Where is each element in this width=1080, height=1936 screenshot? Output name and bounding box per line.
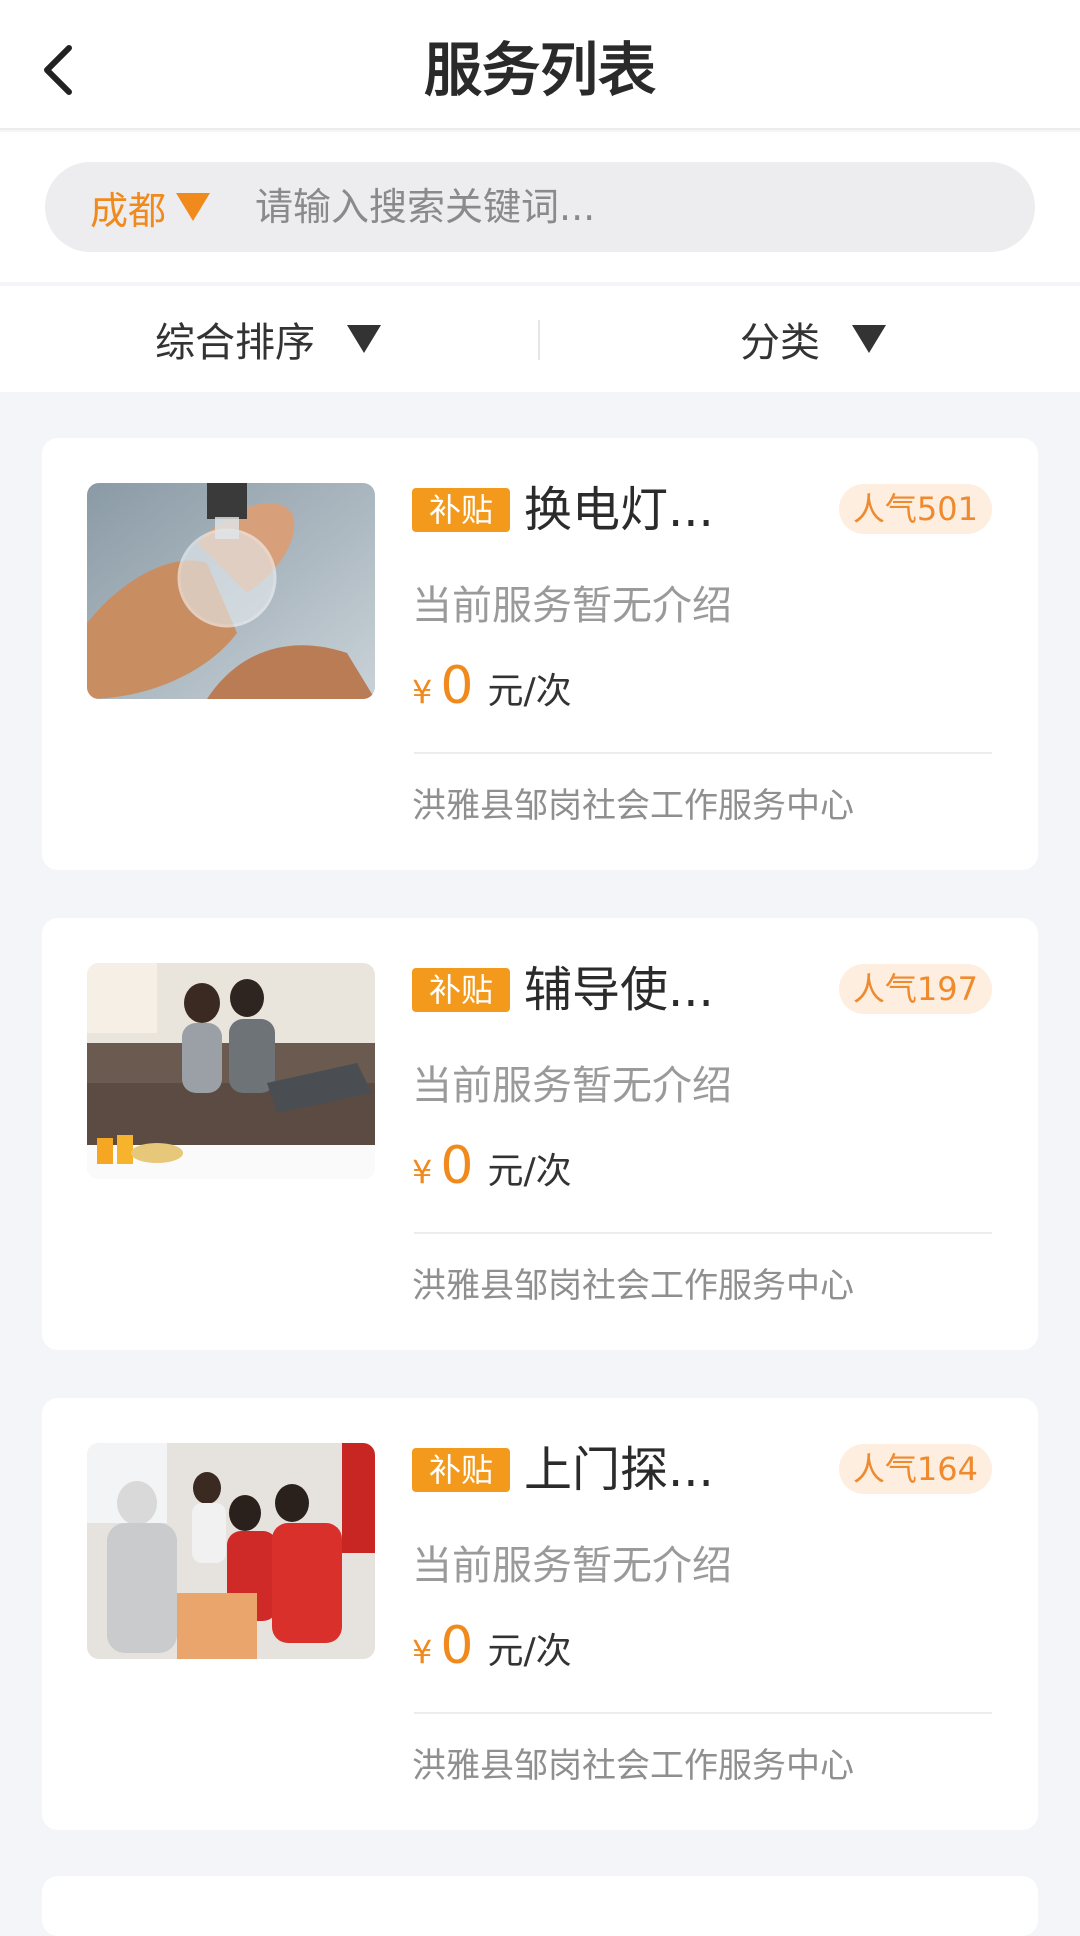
caret-down-icon (852, 325, 886, 353)
price-amount: 0 (440, 1136, 474, 1196)
currency-symbol: ¥ (412, 1633, 433, 1671)
caret-down-icon (347, 325, 381, 353)
subsidy-badge: 补贴 (412, 488, 510, 532)
service-price: ¥ 0 元/次 (412, 1616, 572, 1676)
service-thumbnail-visit (87, 1443, 375, 1659)
city-selector[interactable]: 成都 (90, 180, 211, 235)
price-amount: 0 (440, 656, 474, 716)
service-description: 当前服务暂无介绍 (412, 1063, 732, 1109)
popularity-badge: 人气164 (838, 1444, 992, 1494)
sort-filter[interactable]: 综合排序 (155, 286, 381, 392)
subsidy-badge: 补贴 (412, 1448, 510, 1492)
price-amount: 0 (440, 1616, 474, 1676)
search-section: 成都 (0, 132, 1080, 282)
category-filter-label: 分类 (740, 320, 820, 366)
subsidy-badge: 补贴 (412, 968, 510, 1012)
provider-name: 洪雅县邹岗社会工作服务中心 (412, 1266, 854, 1306)
card-divider (414, 1712, 992, 1714)
price-unit: 元/次 (487, 671, 572, 712)
service-title: 上门探... (524, 1442, 714, 1498)
service-card[interactable]: 补贴 换电灯... 人气501 当前服务暂无介绍 ¥ 0 元/次 洪雅县邹岗社会… (42, 438, 1038, 870)
card-divider (414, 1232, 992, 1234)
service-description: 当前服务暂无介绍 (412, 1543, 732, 1589)
currency-symbol: ¥ (412, 1153, 433, 1191)
price-unit: 元/次 (487, 1631, 572, 1672)
filter-bar: 综合排序 分类 (0, 286, 1080, 392)
popularity-badge: 人气501 (838, 484, 992, 534)
service-title: 辅导使... (524, 962, 714, 1018)
service-price: ¥ 0 元/次 (412, 1136, 572, 1196)
currency-symbol: ¥ (412, 673, 433, 711)
sort-filter-label: 综合排序 (155, 320, 315, 366)
service-title: 换电灯... (524, 482, 714, 538)
provider-name: 洪雅县邹岗社会工作服务中心 (412, 1746, 854, 1786)
search-input[interactable] (255, 185, 1035, 229)
service-card-partial[interactable] (42, 1876, 1038, 1936)
service-thumbnail-lightbulb (87, 483, 375, 699)
caret-down-icon (176, 193, 211, 221)
city-label: 成都 (90, 188, 167, 233)
card-divider (414, 752, 992, 754)
service-card[interactable]: 补贴 上门探... 人气164 当前服务暂无介绍 ¥ 0 元/次 洪雅县邹岗社会… (42, 1398, 1038, 1830)
popularity-badge: 人气197 (838, 964, 992, 1014)
service-description: 当前服务暂无介绍 (412, 583, 732, 629)
service-card[interactable]: 补贴 辅导使... 人气197 当前服务暂无介绍 ¥ 0 元/次 洪雅县邹岗社会… (42, 918, 1038, 1350)
search-bar: 成都 (45, 162, 1035, 252)
service-price: ¥ 0 元/次 (412, 656, 572, 716)
price-unit: 元/次 (487, 1151, 572, 1192)
category-filter[interactable]: 分类 (740, 286, 886, 392)
provider-name: 洪雅县邹岗社会工作服务中心 (412, 786, 854, 826)
service-thumbnail-couple (87, 963, 375, 1179)
top-nav-bar: 服务列表 (0, 0, 1080, 130)
filter-divider (538, 320, 540, 360)
page-title: 服务列表 (423, 36, 656, 104)
